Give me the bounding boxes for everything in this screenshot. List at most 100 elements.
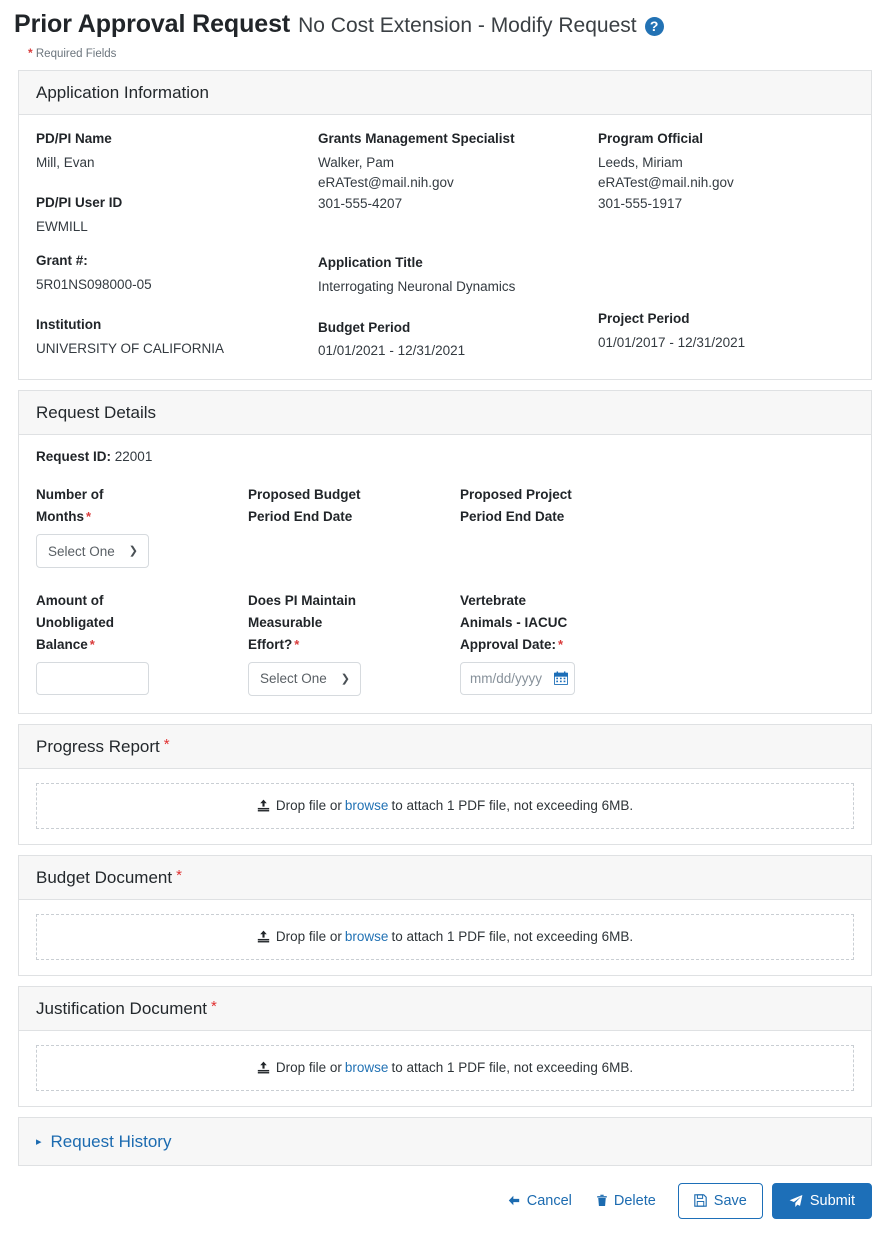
- budget-document-title: Budget Document: [36, 868, 172, 887]
- asterisk-icon: *: [558, 637, 563, 652]
- page-title-subtitle: No Cost Extension - Modify Request: [298, 14, 636, 38]
- program-official-label: Program Official: [598, 129, 854, 149]
- budget-document-dropzone[interactable]: Drop file or browse to attach 1 PDF file…: [36, 914, 854, 960]
- asterisk-icon: *: [211, 998, 217, 1015]
- grants-management-specialist-block: Grants Management Specialist Walker, Pam…: [318, 129, 598, 215]
- application-info-column-2: Grants Management Specialist Walker, Pam…: [318, 129, 598, 362]
- request-details-header: Request Details: [19, 391, 871, 435]
- unobligated-balance-label: Amount of Unobligated Balance*: [36, 590, 140, 656]
- help-icon[interactable]: ?: [645, 17, 664, 36]
- request-id-value: 22001: [115, 449, 153, 464]
- iacuc-date-wrap: [460, 662, 575, 695]
- pdpi-name-label: PD/PI Name: [36, 129, 318, 149]
- number-of-months-select[interactable]: Select One: [36, 534, 149, 568]
- application-information-header: Application Information: [19, 71, 871, 115]
- request-details-row-1: Number of Months* Select One ❯ Proposed …: [36, 484, 854, 568]
- project-period-block: Project Period 01/01/2017 - 12/31/2021: [598, 309, 854, 353]
- page-title: Prior Approval Request No Cost Extension…: [0, 0, 890, 39]
- budget-period-block: Budget Period 01/01/2021 - 12/31/2021: [318, 318, 598, 362]
- institution-label: Institution: [36, 315, 318, 335]
- gms-phone: 301-555-4207: [318, 194, 598, 215]
- save-button-label: Save: [714, 1193, 747, 1209]
- delete-button[interactable]: Delete: [584, 1185, 668, 1217]
- dropzone-prefix: Drop file or: [276, 798, 342, 813]
- project-period-value: 01/01/2017 - 12/31/2021: [598, 333, 854, 354]
- request-history-toggle[interactable]: ▸ Request History: [36, 1132, 171, 1152]
- number-of-months-label-text: Number of Months: [36, 487, 104, 524]
- institution-value: UNIVERSITY OF CALIFORNIA: [36, 339, 318, 360]
- grant-number-label: Grant #:: [36, 251, 318, 271]
- asterisk-icon: *: [176, 867, 182, 884]
- iacuc-approval-date-input[interactable]: [460, 662, 575, 695]
- chevron-right-icon: ▸: [36, 1135, 42, 1148]
- request-details-panel: Request Details Request ID: 22001 Number…: [18, 390, 872, 713]
- asterisk-icon: *: [164, 736, 170, 753]
- iacuc-approval-date-label: Vertebrate Animals - IACUC Approval Date…: [460, 590, 580, 656]
- application-title-label: Application Title: [318, 253, 598, 273]
- unobligated-balance-group: Amount of Unobligated Balance*: [36, 590, 248, 696]
- justification-document-title: Justification Document: [36, 999, 207, 1018]
- grant-number-value: 5R01NS098000-05: [36, 275, 318, 296]
- column-3-spacer: [598, 253, 854, 289]
- unobligated-balance-input[interactable]: [36, 662, 149, 695]
- application-information-grid: PD/PI Name Mill, Evan PD/PI User ID EWMI…: [36, 129, 854, 362]
- trash-icon: [596, 1194, 608, 1207]
- number-of-months-label: Number of Months*: [36, 484, 140, 528]
- delete-button-label: Delete: [614, 1193, 656, 1209]
- page-title-main: Prior Approval Request: [14, 10, 290, 39]
- asterisk-icon: *: [86, 509, 91, 524]
- asterisk-icon: *: [90, 637, 95, 652]
- application-title-value: Interrogating Neuronal Dynamics: [318, 277, 598, 298]
- cancel-button-label: Cancel: [527, 1193, 572, 1209]
- dropzone-suffix: to attach 1 PDF file, not exceeding 6MB.: [391, 1060, 633, 1075]
- gms-label: Grants Management Specialist: [318, 129, 598, 149]
- asterisk-icon: *: [28, 46, 33, 60]
- budget-period-value: 01/01/2021 - 12/31/2021: [318, 341, 598, 362]
- application-info-column-1: PD/PI Name Mill, Evan PD/PI User ID EWMI…: [36, 129, 318, 362]
- iacuc-approval-date-group: Vertebrate Animals - IACUC Approval Date…: [460, 590, 854, 696]
- save-button[interactable]: Save: [678, 1183, 763, 1219]
- iacuc-approval-date-label-text: Vertebrate Animals - IACUC Approval Date…: [460, 593, 567, 652]
- justification-document-dropzone[interactable]: Drop file or browse to attach 1 PDF file…: [36, 1045, 854, 1091]
- submit-button[interactable]: Submit: [772, 1183, 872, 1219]
- program-official-phone: 301-555-1917: [598, 194, 854, 215]
- progress-report-panel: Progress Report* Drop file or browse to …: [18, 724, 872, 845]
- cancel-button[interactable]: Cancel: [495, 1185, 584, 1217]
- submit-button-label: Submit: [810, 1193, 855, 1209]
- browse-link[interactable]: browse: [345, 798, 389, 813]
- paper-plane-icon: [789, 1194, 803, 1208]
- progress-report-title: Progress Report: [36, 737, 160, 756]
- justification-document-panel: Justification Document* Drop file or bro…: [18, 986, 872, 1107]
- application-title-block: Application Title Interrogating Neuronal…: [318, 253, 598, 297]
- browse-link[interactable]: browse: [345, 929, 389, 944]
- floppy-disk-icon: [694, 1194, 707, 1207]
- proposed-project-period-end-date-label: Proposed Project Period End Date: [460, 484, 580, 528]
- application-information-panel: Application Information PD/PI Name Mill,…: [18, 70, 872, 380]
- budget-period-label: Budget Period: [318, 318, 598, 338]
- arrow-left-icon: [507, 1194, 521, 1207]
- measurable-effort-group: Does PI Maintain Measurable Effort?* Sel…: [248, 590, 460, 696]
- number-of-months-group: Number of Months* Select One ❯: [36, 484, 248, 568]
- measurable-effort-select[interactable]: Select One: [248, 662, 361, 696]
- pdpi-userid-value: EWMILL: [36, 217, 318, 238]
- dropzone-prefix: Drop file or: [276, 929, 342, 944]
- gms-email: eRATest@mail.nih.gov: [318, 173, 598, 194]
- gms-name: Walker, Pam: [318, 153, 598, 174]
- justification-document-header: Justification Document*: [19, 987, 871, 1031]
- request-details-body: Request ID: 22001 Number of Months* Sele…: [19, 435, 871, 712]
- pdpi-userid-label: PD/PI User ID: [36, 193, 318, 213]
- progress-report-dropzone[interactable]: Drop file or browse to attach 1 PDF file…: [36, 783, 854, 829]
- prior-approval-request-page: Prior Approval Request No Cost Extension…: [0, 0, 890, 1219]
- program-official-name: Leeds, Miriam: [598, 153, 854, 174]
- budget-document-panel: Budget Document* Drop file or browse to …: [18, 855, 872, 976]
- request-history-panel: ▸ Request History: [18, 1117, 872, 1166]
- required-fields-note: * Required Fields: [0, 39, 890, 60]
- dropzone-suffix: to attach 1 PDF file, not exceeding 6MB.: [391, 798, 633, 813]
- upload-icon: [257, 1061, 270, 1074]
- browse-link[interactable]: browse: [345, 1060, 389, 1075]
- institution-block: Institution UNIVERSITY OF CALIFORNIA: [36, 315, 318, 359]
- program-official-block: Program Official Leeds, Miriam eRATest@m…: [598, 129, 854, 215]
- measurable-effort-label-text: Does PI Maintain Measurable Effort?: [248, 593, 356, 652]
- measurable-effort-select-wrap: Select One ❯: [248, 662, 361, 696]
- required-fields-label: Required Fields: [36, 48, 117, 60]
